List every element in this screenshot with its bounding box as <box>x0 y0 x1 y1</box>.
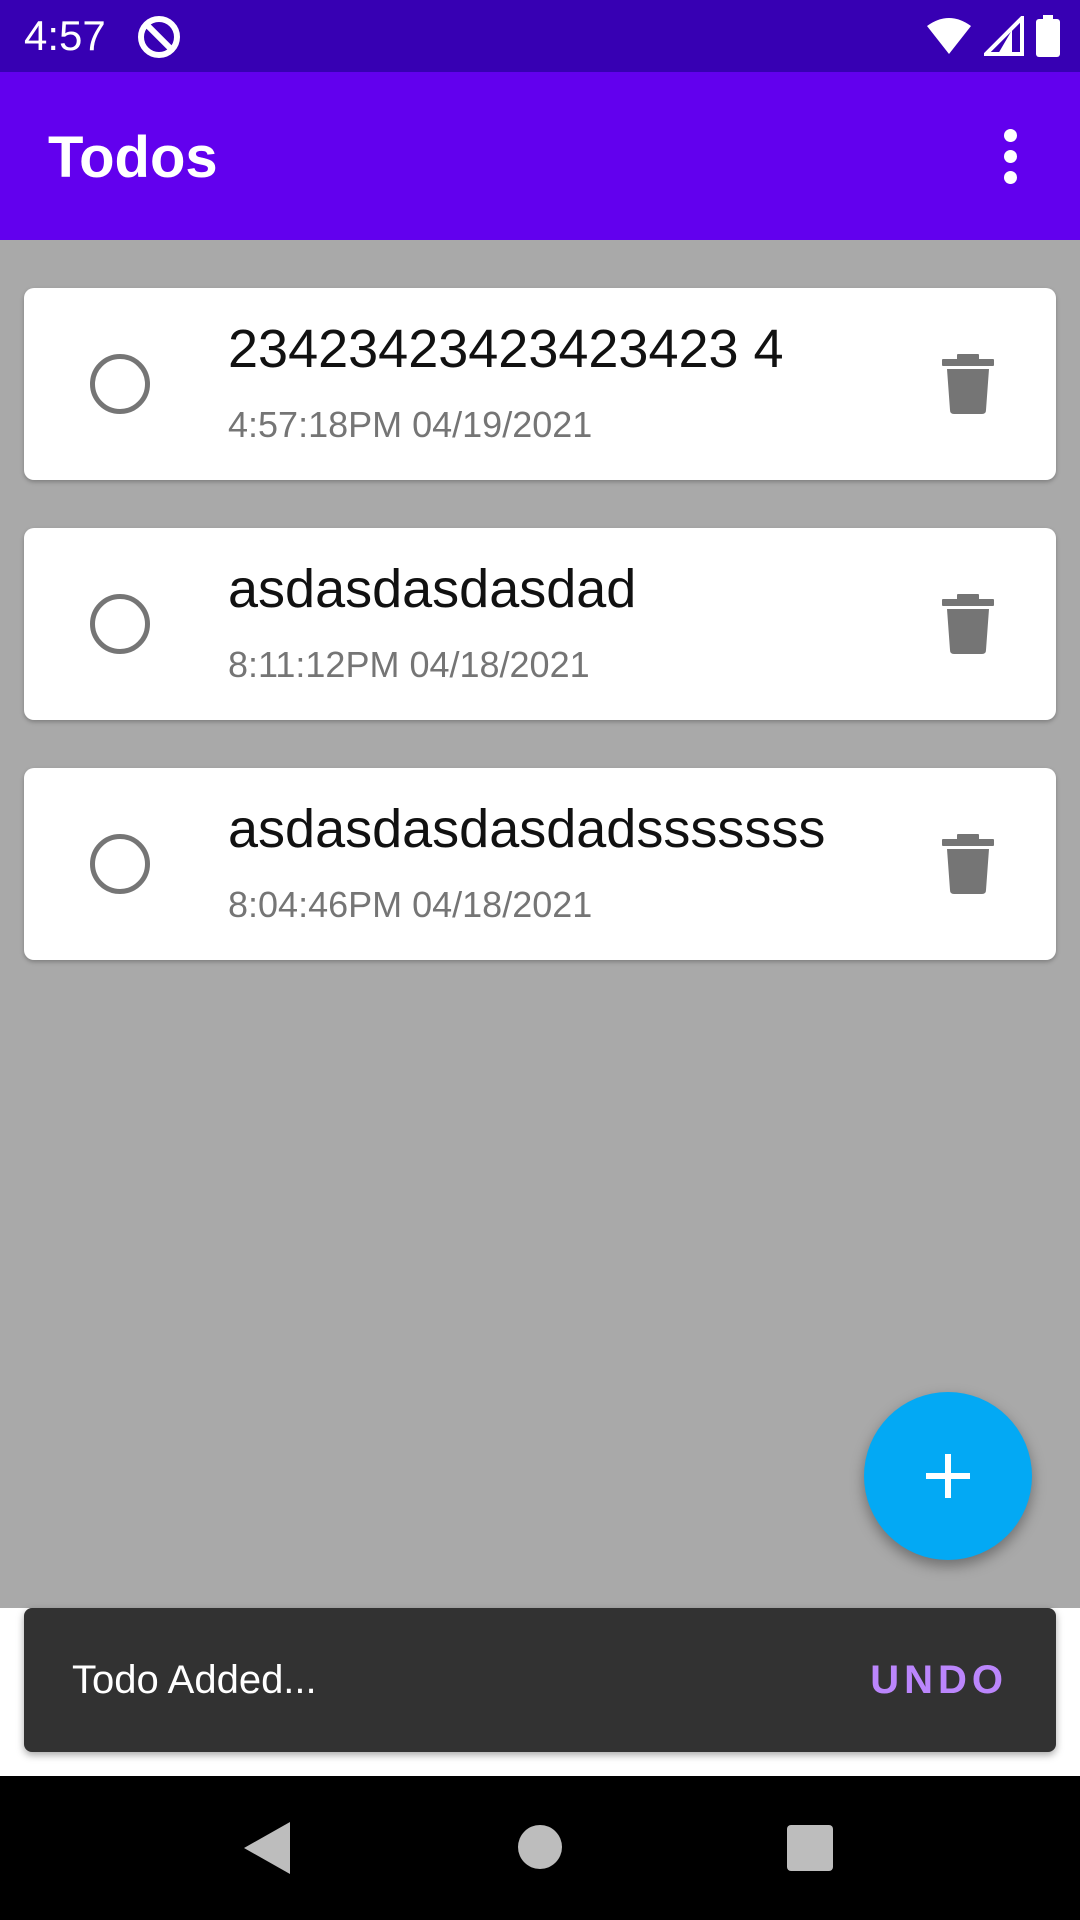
status-time: 4:57 <box>24 12 106 59</box>
recents-icon[interactable] <box>787 1825 833 1871</box>
app-notification-icon <box>138 16 180 58</box>
status-bar: 4:57 <box>0 0 1080 72</box>
todo-list: 23423423423423423 4 4:57:18PM 04/19/2021… <box>24 288 1056 1008</box>
wifi-icon <box>927 18 971 54</box>
trash-icon[interactable] <box>942 354 994 414</box>
battery-icon <box>1036 15 1060 57</box>
plus-icon <box>926 1454 970 1498</box>
list-item[interactable]: asdasdasdasdad 8:11:12PM 04/18/2021 <box>24 528 1056 720</box>
menu-dot <box>1003 149 1017 163</box>
todo-timestamp: 4:57:18PM 04/19/2021 <box>228 404 593 445</box>
list-item[interactable]: 23423423423423423 4 4:57:18PM 04/19/2021 <box>24 288 1056 480</box>
home-icon[interactable] <box>518 1825 562 1869</box>
todo-checkbox[interactable] <box>90 354 150 414</box>
todo-title: asdasdasdasdadsssssss <box>228 799 826 859</box>
todo-title: 23423423423423423 4 <box>228 319 784 379</box>
status-icons <box>926 14 1060 58</box>
list-item[interactable]: asdasdasdasdadsssssss 8:04:46PM 04/18/20… <box>24 768 1056 960</box>
todo-timestamp: 8:04:46PM 04/18/2021 <box>228 884 593 925</box>
snackbar-message: Todo Added... <box>72 1658 317 1702</box>
undo-button[interactable]: UNDO <box>870 1658 1008 1703</box>
more-vert-icon[interactable] <box>970 116 1050 196</box>
trash-icon[interactable] <box>942 594 994 654</box>
trash-icon[interactable] <box>942 834 994 894</box>
back-icon[interactable] <box>244 1822 290 1874</box>
todo-timestamp: 8:11:12PM 04/18/2021 <box>228 644 590 685</box>
app-bar: Todos <box>0 72 1080 240</box>
todo-checkbox[interactable] <box>90 594 150 654</box>
page-title: Todos <box>48 125 218 190</box>
menu-dot <box>1003 128 1017 142</box>
cell-signal-icon <box>984 16 1024 56</box>
menu-dot <box>1003 170 1017 184</box>
todo-checkbox[interactable] <box>90 834 150 894</box>
snackbar: Todo Added... UNDO <box>24 1608 1056 1752</box>
add-todo-button[interactable] <box>864 1392 1032 1560</box>
todo-title: asdasdasdasdad <box>228 559 637 619</box>
